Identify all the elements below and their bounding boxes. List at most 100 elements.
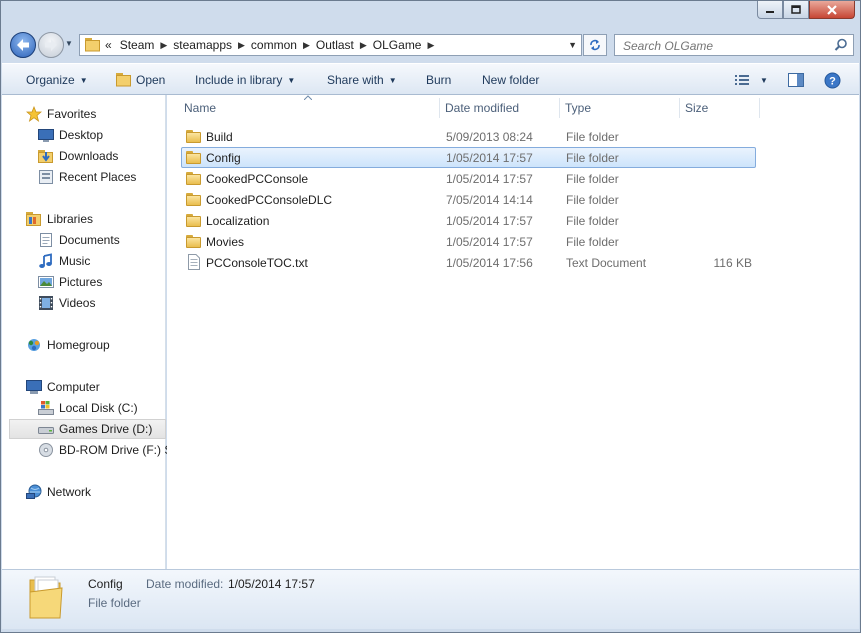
- breadcrumb-separator[interactable]: ▶: [425, 40, 436, 51]
- sidebar-item-pictures[interactable]: Pictures: [38, 272, 102, 292]
- view-options-button[interactable]: ▼: [734, 71, 768, 89]
- include-in-library-label: Include in library: [195, 73, 283, 87]
- minimize-icon: [766, 10, 774, 13]
- breadcrumb-separator[interactable]: ▶: [158, 40, 169, 51]
- desktop-icon: [38, 127, 54, 143]
- list-item[interactable]: Localization 1/05/2014 17:57 File folder: [181, 210, 756, 231]
- column-date-label: Date modified: [445, 101, 520, 115]
- organize-menu[interactable]: Organize ▼: [26, 71, 88, 89]
- sidebar-item-network[interactable]: Network: [26, 482, 91, 502]
- file-name: CookedPCConsoleDLC: [206, 193, 333, 207]
- back-button[interactable]: [10, 32, 36, 58]
- sidebar-item-downloads[interactable]: Downloads: [38, 146, 118, 166]
- list-item[interactable]: PCConsoleTOC.txt 1/05/2014 17:56 Text Do…: [181, 252, 756, 273]
- details-item-name: Config: [88, 577, 123, 591]
- sort-ascending-icon: [304, 95, 312, 100]
- breadcrumb-separator[interactable]: ▶: [236, 40, 247, 51]
- breadcrumb-outlast[interactable]: Outlast: [312, 35, 358, 55]
- sidebar-item-label: Libraries: [47, 212, 94, 226]
- column-header-name[interactable]: Name: [184, 98, 216, 118]
- include-in-library-menu[interactable]: Include in library ▼: [195, 71, 295, 89]
- open-button[interactable]: Open: [116, 71, 165, 89]
- share-with-menu[interactable]: Share with ▼: [327, 71, 397, 89]
- file-type: File folder: [566, 151, 619, 165]
- close-button[interactable]: [809, 1, 855, 19]
- new-folder-label: New folder: [482, 73, 540, 87]
- recent-pages-dropdown[interactable]: ▼: [65, 39, 77, 51]
- close-icon: [827, 4, 837, 15]
- sidebar-item-libraries[interactable]: Libraries: [26, 209, 93, 229]
- column-header-type[interactable]: Type: [565, 98, 591, 118]
- file-date: 1/05/2014 17:57: [446, 151, 533, 165]
- file-type: File folder: [566, 235, 619, 249]
- details-date-label: Date modified:: [146, 577, 224, 591]
- column-size-label: Size: [685, 101, 709, 115]
- sidebar-item-homegroup[interactable]: Homegroup: [26, 335, 110, 355]
- details-view-icon: [735, 75, 749, 85]
- column-name-label: Name: [184, 101, 217, 115]
- breadcrumb-separator[interactable]: ▶: [358, 40, 369, 51]
- sidebar-item-computer[interactable]: Computer: [26, 377, 100, 397]
- file-date: 1/05/2014 17:57: [446, 172, 533, 186]
- search-icon[interactable]: [834, 38, 848, 52]
- sidebar-item-label: Videos: [59, 296, 96, 310]
- star-icon: [25, 105, 43, 123]
- sidebar-item-label: BD-ROM Drive (F:) S: [59, 443, 173, 457]
- list-item[interactable]: CookedPCConsole 1/05/2014 17:57 File fol…: [181, 168, 756, 189]
- burn-button[interactable]: Burn: [426, 71, 451, 89]
- details-pane: Config Date modified: 1/05/2014 17:57 Fi…: [2, 569, 859, 629]
- maximize-button[interactable]: [783, 1, 809, 19]
- column-separator[interactable]: [759, 98, 760, 118]
- command-bar: Organize ▼ Open Include in library ▼ Share…: [2, 63, 859, 95]
- preview-pane-icon: [788, 72, 804, 87]
- folder-icon: [186, 129, 202, 143]
- breadcrumb-steamapps[interactable]: steamapps: [169, 35, 236, 55]
- videos-icon: [38, 295, 54, 311]
- column-separator[interactable]: [439, 98, 440, 118]
- sidebar-item-label: Recent Places: [59, 170, 137, 184]
- help-button[interactable]: ?: [824, 71, 841, 89]
- list-item[interactable]: CookedPCConsoleDLC 7/05/2014 14:14 File …: [181, 189, 756, 210]
- sidebar-item-label: Homegroup: [47, 338, 110, 352]
- sidebar-item-desktop[interactable]: Desktop: [38, 125, 103, 145]
- list-item[interactable]: Build 5/09/2013 08:24 File folder: [181, 126, 756, 147]
- list-item-selected[interactable]: Config 1/05/2014 17:57 File folder: [181, 147, 756, 168]
- new-folder-button[interactable]: New folder: [482, 71, 539, 89]
- sidebar-item-videos[interactable]: Videos: [38, 293, 95, 313]
- address-overflow[interactable]: «: [101, 35, 116, 55]
- column-header-date-modified[interactable]: Date modified: [445, 98, 519, 118]
- column-separator[interactable]: [679, 98, 680, 118]
- sidebar-item-favorites[interactable]: Favorites: [25, 104, 96, 124]
- file-date: 1/05/2014 17:56: [446, 256, 533, 270]
- refresh-button[interactable]: [583, 34, 607, 56]
- chevron-down-icon: ▼: [388, 75, 397, 85]
- file-date: 1/05/2014 17:57: [446, 235, 533, 249]
- column-header-size[interactable]: Size: [685, 98, 708, 118]
- search-input[interactable]: [621, 36, 831, 56]
- address-history-dropdown[interactable]: ▼: [568, 40, 577, 50]
- sidebar-item-recent-places[interactable]: Recent Places: [38, 167, 136, 187]
- preview-pane-button[interactable]: [788, 71, 805, 89]
- sidebar-item-games-drive-d[interactable]: Games Drive (D:): [9, 419, 166, 439]
- breadcrumb-olgame[interactable]: OLGame: [369, 35, 426, 55]
- address-bar[interactable]: « Steam ▶ steamapps ▶ common ▶ Outlast ▶…: [79, 34, 582, 56]
- sidebar-item-local-disk-c[interactable]: Local Disk (C:): [38, 398, 138, 418]
- music-icon: [38, 253, 54, 269]
- breadcrumb-separator[interactable]: ▶: [301, 40, 312, 51]
- windows-drive-icon: [38, 400, 54, 416]
- forward-button[interactable]: [38, 32, 64, 58]
- breadcrumb-common[interactable]: common: [247, 35, 301, 55]
- sidebar-item-bd-rom-drive-f[interactable]: BD-ROM Drive (F:) S: [38, 440, 172, 460]
- file-type: File folder: [566, 193, 619, 207]
- sidebar-item-documents[interactable]: Documents: [38, 230, 120, 250]
- search-box[interactable]: [614, 34, 854, 56]
- folder-icon: [85, 38, 100, 52]
- sidebar-item-music[interactable]: Music: [38, 251, 90, 271]
- column-separator[interactable]: [559, 98, 560, 118]
- text-document-icon: [186, 254, 202, 270]
- minimize-button[interactable]: [757, 1, 783, 19]
- list-item[interactable]: Movies 1/05/2014 17:57 File folder: [181, 231, 756, 252]
- breadcrumb-steam[interactable]: Steam: [116, 35, 159, 55]
- maximize-icon: [791, 5, 801, 14]
- back-arrow-icon: [17, 39, 29, 51]
